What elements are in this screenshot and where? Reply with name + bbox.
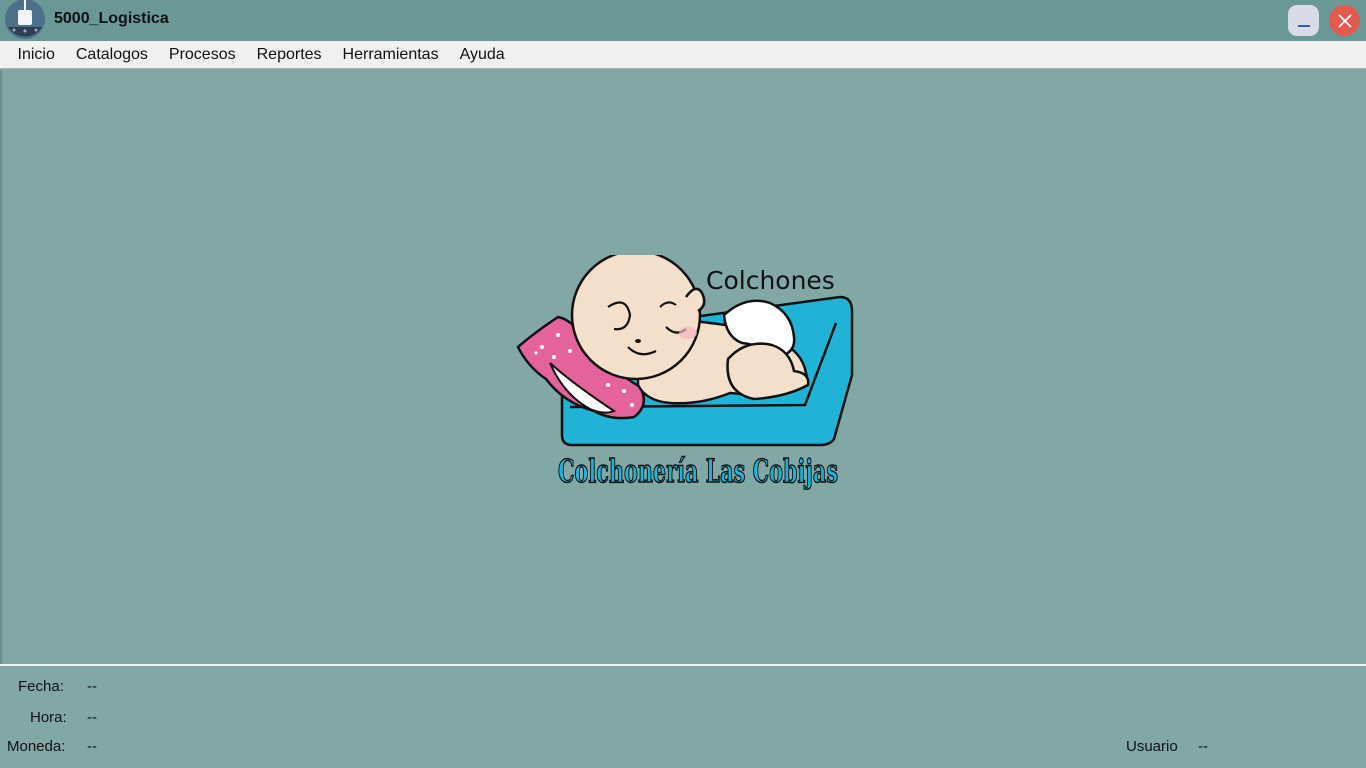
menu-ayuda[interactable]: Ayuda <box>449 41 515 69</box>
menu-reportes[interactable]: Reportes <box>246 41 332 69</box>
fecha-label: Fecha: <box>18 678 64 695</box>
logo-top-text: Colchones <box>706 266 835 295</box>
close-icon <box>1337 13 1352 28</box>
menu-bar: Inicio Catalogos Procesos Reportes Herra… <box>0 41 1366 69</box>
moneda-label: Moneda: <box>7 738 66 755</box>
hora-value: -- <box>87 709 97 726</box>
minimize-button[interactable] <box>1288 5 1319 36</box>
menu-procesos[interactable]: Procesos <box>158 41 246 69</box>
window-title: 5000_Logistica <box>54 10 169 27</box>
fecha-value: -- <box>87 678 97 695</box>
menu-catalogos[interactable]: Catalogos <box>65 41 158 69</box>
app-logo-icon <box>5 0 45 39</box>
menu-herramientas[interactable]: Herramientas <box>332 41 449 69</box>
usuario-label: Usuario <box>1126 738 1178 755</box>
minimize-icon <box>1297 24 1310 27</box>
moneda-value: -- <box>87 738 97 755</box>
logo-brand-text: Colchonería Las Cobijas <box>557 451 838 490</box>
title-bar: 5000_Logistica <box>0 0 1366 41</box>
brand-name-text: Colchonería Las Cobijas <box>558 452 838 490</box>
status-divider <box>0 664 1366 666</box>
close-button[interactable] <box>1329 5 1360 36</box>
usuario-value: -- <box>1198 738 1208 755</box>
menu-inicio[interactable]: Inicio <box>7 41 65 69</box>
hora-label: Hora: <box>30 709 67 726</box>
